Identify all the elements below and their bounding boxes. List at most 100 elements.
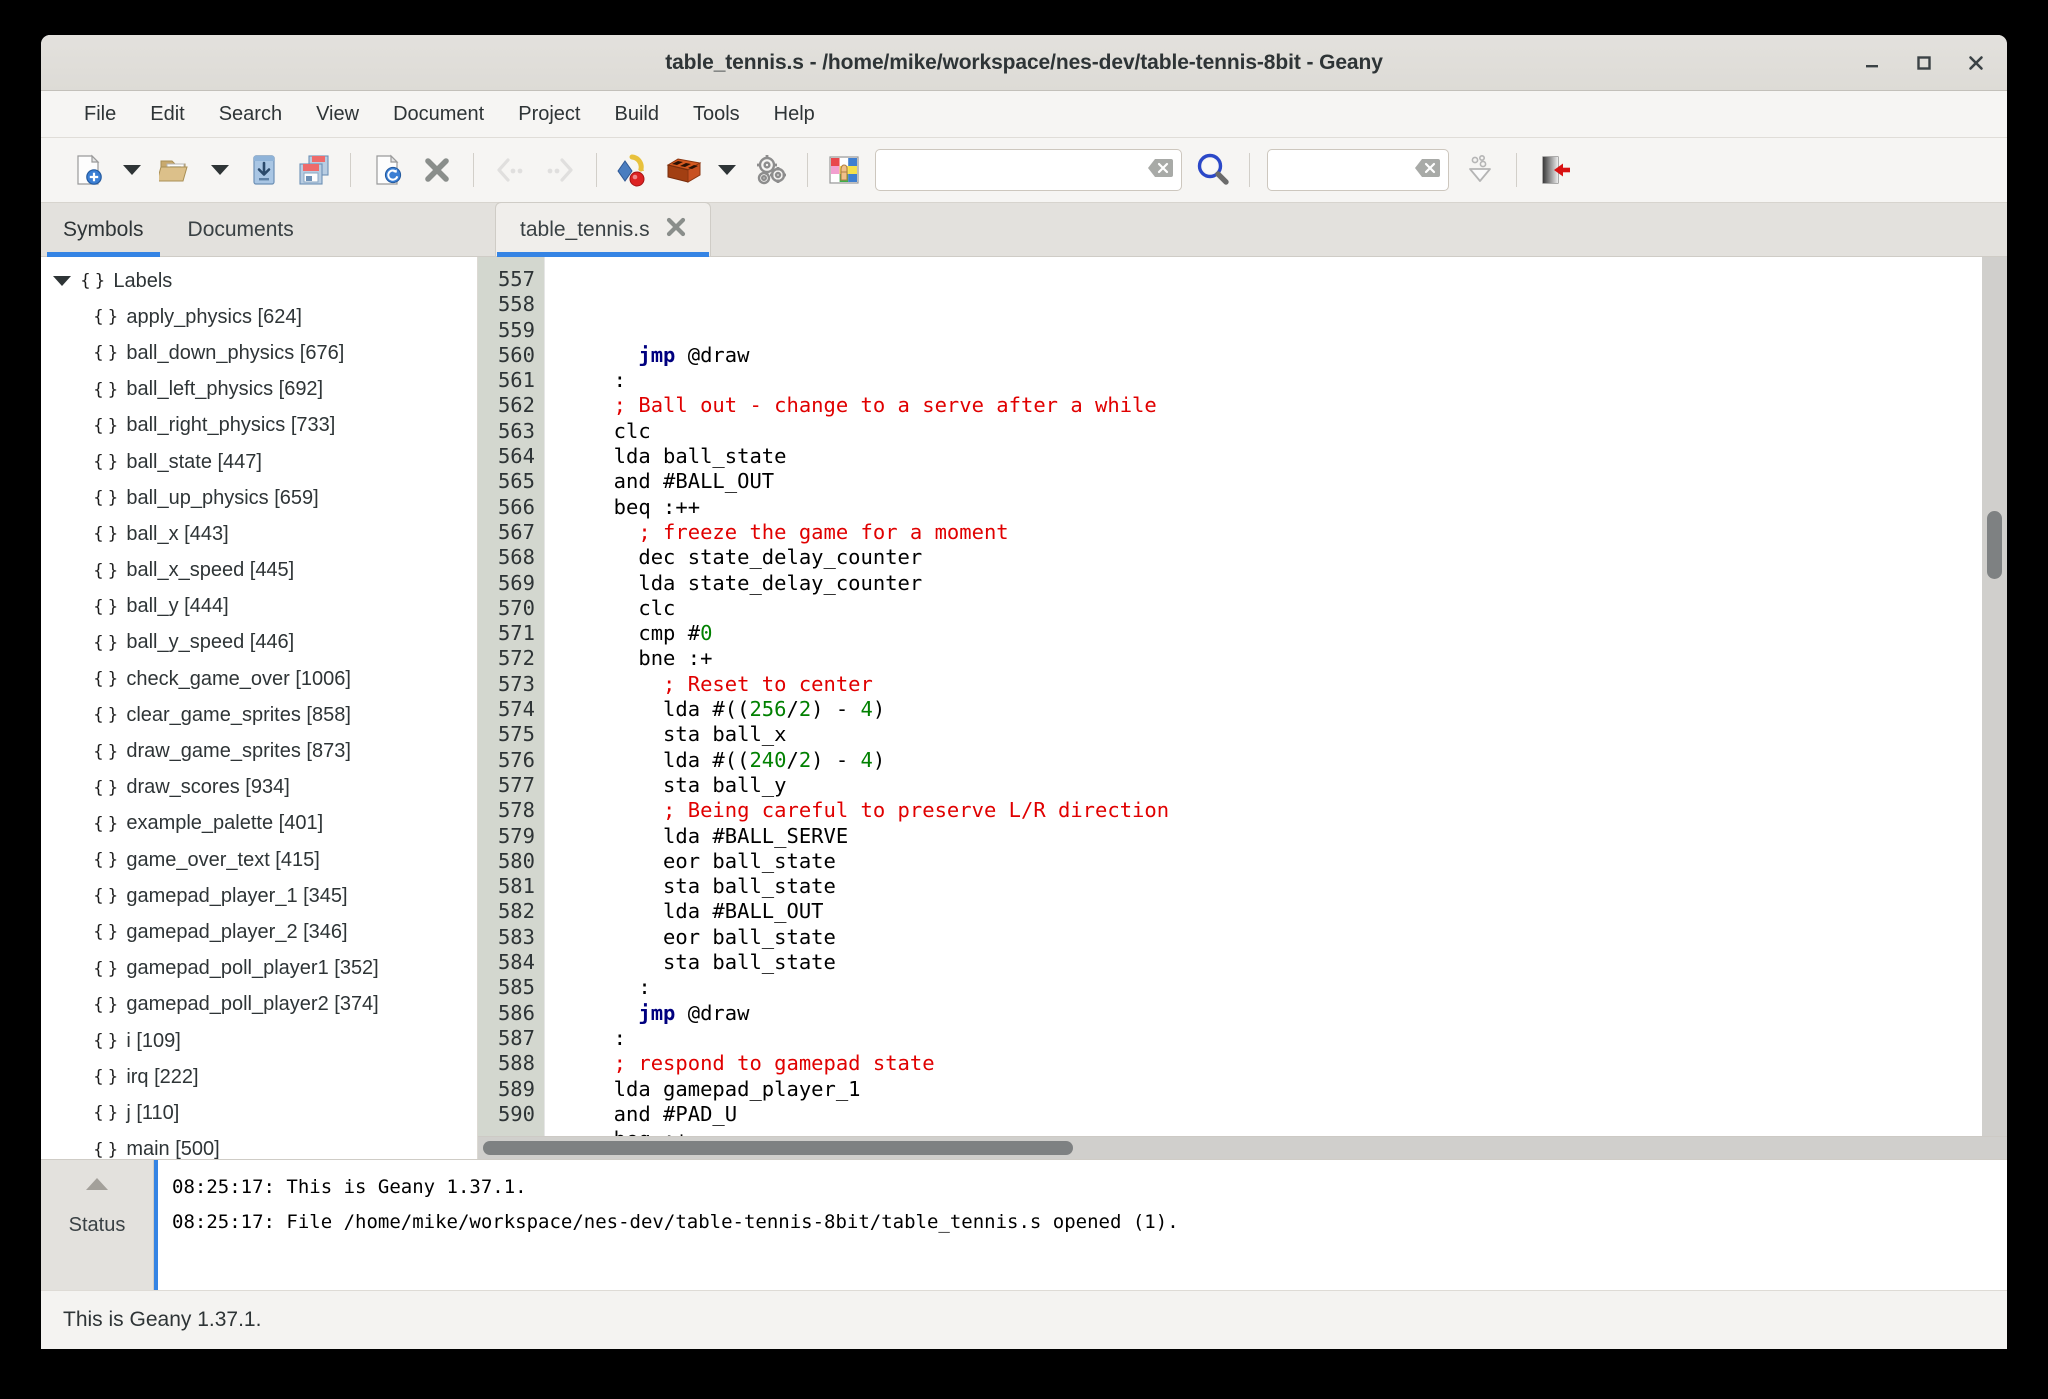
navigate-back-icon[interactable] [485, 145, 535, 195]
symbol-item[interactable]: { } ball_down_physics [676] [41, 335, 477, 371]
code-line[interactable]: ; Ball out - change to a serve after a w… [589, 393, 1982, 418]
menu-search[interactable]: Search [202, 98, 299, 131]
code-line[interactable]: cmp #0 [589, 621, 1982, 646]
code-line[interactable]: jmp @draw [589, 1001, 1982, 1026]
code-line[interactable]: ; Being careful to preserve L/R directio… [589, 798, 1982, 823]
symbol-item[interactable]: { } gamepad_poll_player1 [352] [41, 951, 477, 987]
editor-vertical-scrollbar[interactable] [1982, 257, 2007, 1136]
save-icon[interactable] [239, 145, 289, 195]
menu-build[interactable]: Build [597, 98, 675, 131]
symbol-item[interactable]: { } draw_game_sprites [873] [41, 733, 477, 769]
code-line[interactable]: beq :++ [589, 495, 1982, 520]
compile-icon[interactable] [608, 145, 658, 195]
symbol-item[interactable]: { } main [500] [41, 1132, 477, 1159]
tree-root-labels[interactable]: { } Labels [41, 263, 477, 299]
code-line[interactable]: jmp @draw [589, 343, 1982, 368]
search-input[interactable] [888, 158, 1143, 182]
code-line[interactable]: sta ball_state [589, 874, 1982, 899]
menu-document[interactable]: Document [376, 98, 501, 131]
clear-search-icon[interactable] [1147, 157, 1173, 184]
code-line[interactable]: lda state_delay_counter [589, 571, 1982, 596]
save-all-icon[interactable] [289, 145, 339, 195]
symbol-item[interactable]: { } gamepad_poll_player2 [374] [41, 987, 477, 1023]
symbol-item[interactable]: { } ball_y [444] [41, 589, 477, 625]
code-line[interactable]: ; respond to gamepad state [589, 1051, 1982, 1076]
chevron-down-icon[interactable] [53, 276, 71, 287]
symbol-item[interactable]: { } ball_x [443] [41, 516, 477, 552]
symbol-item[interactable]: { } ball_left_physics [692] [41, 372, 477, 408]
quit-icon[interactable] [1528, 145, 1578, 195]
collapse-up-icon[interactable] [86, 1178, 108, 1190]
goto-line-input[interactable] [1280, 158, 1410, 182]
symbol-item[interactable]: { } clear_game_sprites [858] [41, 697, 477, 733]
run-icon[interactable] [746, 145, 796, 195]
code-line[interactable]: : [589, 368, 1982, 393]
code-line[interactable]: : [589, 1026, 1982, 1051]
search-entry[interactable] [875, 149, 1182, 191]
symbol-item[interactable]: { } gamepad_player_1 [345] [41, 878, 477, 914]
symbol-item[interactable]: { } example_palette [401] [41, 806, 477, 842]
code-line[interactable]: clc [589, 419, 1982, 444]
editor-horizontal-scrollbar[interactable] [478, 1136, 2007, 1159]
menu-tools[interactable]: Tools [676, 98, 757, 131]
status-message-list[interactable]: 08:25:17: This is Geany 1.37.1. 08:25:17… [154, 1160, 2007, 1290]
horizontal-scroll-thumb[interactable] [483, 1141, 1073, 1155]
code-line[interactable]: sta ball_state [589, 950, 1982, 975]
code-line[interactable]: and #PAD_U [589, 1102, 1982, 1127]
code-line[interactable]: lda #((256/2) - 4) [589, 697, 1982, 722]
goto-line-icon[interactable] [1455, 145, 1505, 195]
symbol-item[interactable]: { } j [110] [41, 1095, 477, 1131]
code-line[interactable]: lda gamepad_player_1 [589, 1077, 1982, 1102]
document-tab-table-tennis-s[interactable]: table_tennis.s [495, 202, 711, 257]
symbol-tree[interactable]: { } Labels { } apply_physics [624] { } ball… [41, 257, 478, 1159]
open-recent-dropdown-icon[interactable] [201, 145, 239, 195]
code-line[interactable]: clc [589, 596, 1982, 621]
menu-project[interactable]: Project [501, 98, 597, 131]
code-line[interactable]: : [589, 975, 1982, 1000]
code-line[interactable]: eor ball_state [589, 925, 1982, 950]
color-chooser-icon[interactable] [819, 145, 869, 195]
code-line[interactable]: eor ball_state [589, 849, 1982, 874]
code-line[interactable]: lda #((240/2) - 4) [589, 748, 1982, 773]
build-dropdown-icon[interactable] [708, 145, 746, 195]
code-line[interactable]: and #BALL_OUT [589, 469, 1982, 494]
menu-view[interactable]: View [299, 98, 376, 131]
vertical-scroll-thumb[interactable] [1987, 511, 2002, 579]
symbol-item[interactable]: { } irq [222] [41, 1059, 477, 1095]
code-line[interactable]: ; freeze the game for a moment [589, 520, 1982, 545]
symbol-item[interactable]: { } game_over_text [415] [41, 842, 477, 878]
close-document-icon[interactable] [412, 145, 462, 195]
code-line[interactable]: dec state_delay_counter [589, 545, 1982, 570]
code-line[interactable]: beq :+ [589, 1127, 1982, 1136]
reload-document-icon[interactable] [362, 145, 412, 195]
menu-help[interactable]: Help [757, 98, 832, 131]
code-text[interactable]: jmp @draw : ; Ball out - change to a ser… [567, 257, 1982, 1136]
fold-margin[interactable] [544, 257, 567, 1136]
build-icon[interactable] [658, 145, 708, 195]
symbol-item[interactable]: { } apply_physics [624] [41, 299, 477, 335]
navigate-forward-icon[interactable] [535, 145, 585, 195]
new-document-icon[interactable] [63, 145, 113, 195]
close-button[interactable] [1959, 46, 1993, 80]
menu-edit[interactable]: Edit [133, 98, 201, 131]
code-line[interactable]: lda ball_state [589, 444, 1982, 469]
scintilla-editor[interactable]: 557 558 559 560 561 562 563 564 565 566 567 568 569 5… [478, 257, 1982, 1136]
symbol-item[interactable]: { } check_game_over [1006] [41, 661, 477, 697]
menu-file[interactable]: File [67, 98, 133, 131]
symbol-item[interactable]: { } ball_state [447] [41, 444, 477, 480]
code-line[interactable]: sta ball_y [589, 773, 1982, 798]
find-icon[interactable] [1188, 145, 1238, 195]
symbol-item[interactable]: { } ball_x_speed [445] [41, 553, 477, 589]
clear-goto-icon[interactable] [1414, 157, 1440, 184]
tab-symbols[interactable]: Symbols [41, 203, 166, 257]
goto-line-entry[interactable] [1267, 149, 1449, 191]
symbol-item[interactable]: { } gamepad_player_2 [346] [41, 914, 477, 950]
code-line[interactable]: ; Reset to center [589, 672, 1982, 697]
minimize-button[interactable] [1855, 46, 1889, 80]
close-tab-icon[interactable] [664, 215, 688, 244]
tab-documents[interactable]: Documents [166, 203, 316, 256]
code-line[interactable]: sta ball_x [589, 722, 1982, 747]
symbol-item[interactable]: { } i [109] [41, 1023, 477, 1059]
code-line[interactable]: lda #BALL_SERVE [589, 824, 1982, 849]
symbol-item[interactable]: { } draw_scores [934] [41, 770, 477, 806]
